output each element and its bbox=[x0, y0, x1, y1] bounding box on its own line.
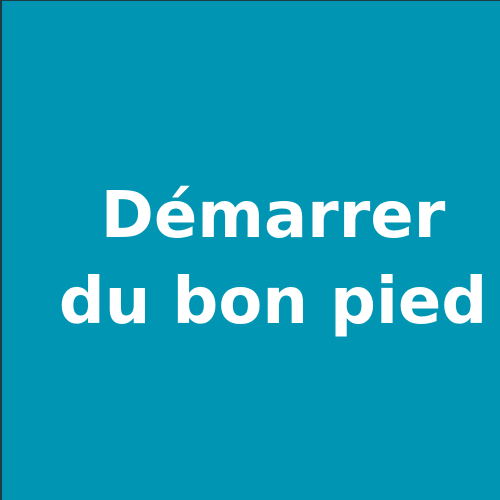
title-tile[interactable]: Démarrer du bon pied bbox=[0, 0, 500, 500]
headline-line-2: du bon pied bbox=[58, 264, 488, 339]
tile-headline: Démarrer du bon pied bbox=[59, 173, 487, 345]
headline-line-1: Démarrer bbox=[100, 178, 446, 253]
